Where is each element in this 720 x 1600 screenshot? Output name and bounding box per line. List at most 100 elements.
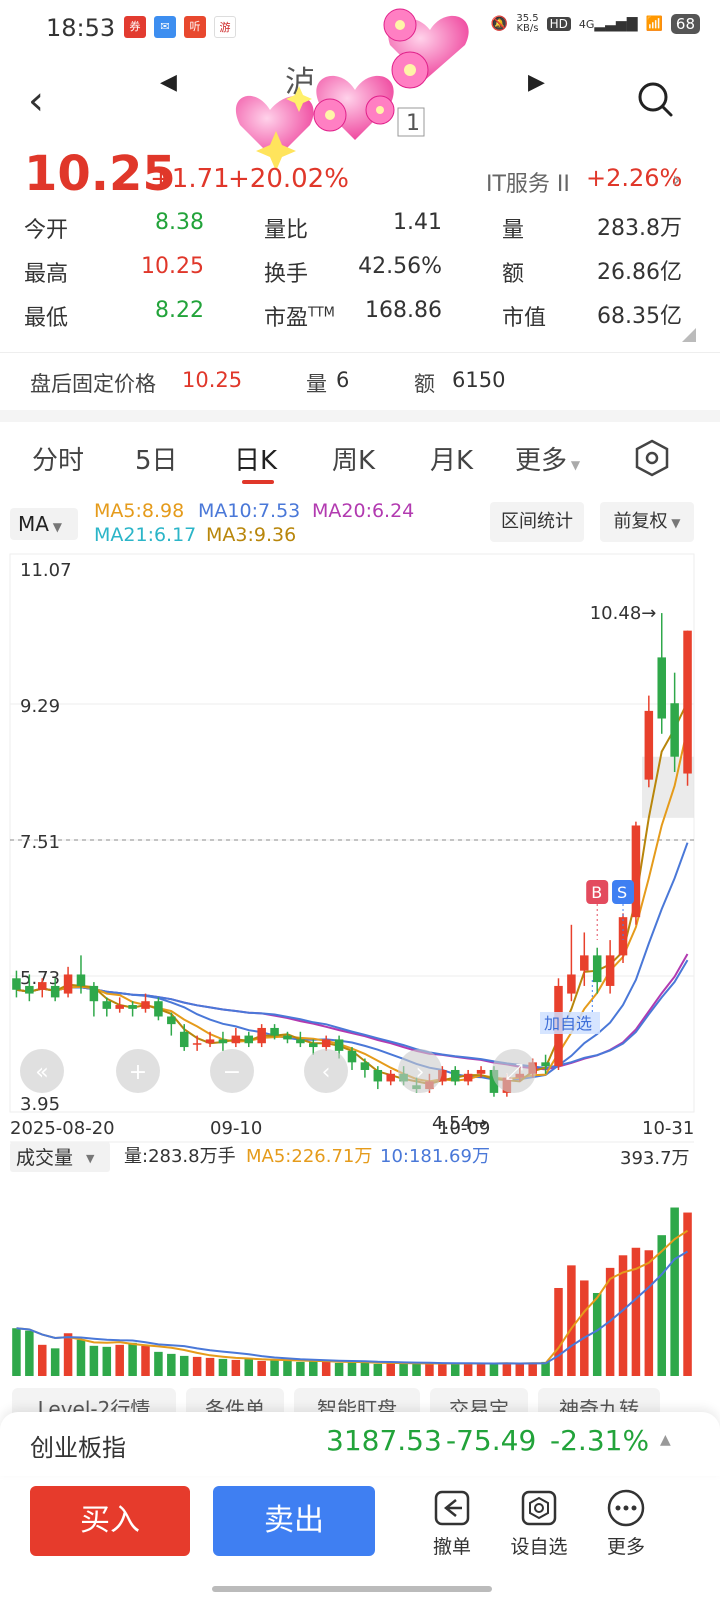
music-notification-icon: 听 bbox=[184, 16, 206, 38]
tab-daily-k[interactable]: 日K bbox=[234, 440, 277, 477]
candle-down bbox=[89, 985, 99, 1002]
volume-bar bbox=[644, 1250, 654, 1376]
candle-up bbox=[63, 974, 73, 994]
volume-bar bbox=[167, 1353, 176, 1376]
volume-bar bbox=[412, 1362, 421, 1376]
volume-text: 量:283.8万手 bbox=[124, 1146, 236, 1167]
svg-text:1: 1 bbox=[406, 111, 420, 136]
volume-bar bbox=[179, 1355, 189, 1376]
volume-bar bbox=[528, 1362, 537, 1376]
volume-bar bbox=[567, 1265, 576, 1376]
candle-down bbox=[347, 1050, 357, 1063]
tab-weekly-k[interactable]: 周K bbox=[332, 440, 375, 477]
add-watchlist-icon[interactable] bbox=[519, 1488, 559, 1528]
high-annotation: 10.48→ bbox=[590, 603, 657, 624]
candle-down bbox=[450, 1069, 460, 1082]
after-hours-amt-label: 额 bbox=[414, 372, 435, 396]
search-icon[interactable] bbox=[636, 80, 674, 118]
adjust-selector[interactable]: 前复权 ▼ bbox=[600, 502, 694, 542]
price-change-pct: +20.02% bbox=[228, 164, 349, 194]
back-button[interactable]: ‹ bbox=[28, 78, 44, 124]
sticker-overlay-image: 泸 1 bbox=[235, 8, 469, 170]
volume-bar bbox=[154, 1351, 163, 1376]
turnover-label: 换手 bbox=[264, 262, 309, 287]
chevron-down-icon: ▼ bbox=[86, 1152, 95, 1165]
candle-up bbox=[192, 1043, 202, 1045]
sell-button[interactable]: 卖出 bbox=[213, 1486, 375, 1556]
candle-down bbox=[296, 1039, 305, 1044]
candle-up bbox=[644, 710, 654, 780]
candle-up bbox=[386, 1073, 395, 1082]
volume-bar bbox=[360, 1362, 370, 1376]
add-watchlist-label[interactable]: 设自选 bbox=[499, 1532, 579, 1559]
scroll-left-icon-glyph: ‹ bbox=[322, 1060, 331, 1085]
more-icon[interactable] bbox=[606, 1488, 646, 1528]
ma-selector[interactable]: MA ▼ bbox=[10, 508, 78, 540]
volume-bar bbox=[231, 1359, 241, 1376]
buy-button[interactable]: 买入 bbox=[30, 1486, 190, 1556]
volume-bar bbox=[554, 1287, 563, 1376]
candle-up bbox=[631, 825, 641, 918]
tab-intraday[interactable]: 分时 bbox=[32, 440, 84, 477]
zoom-out-icon-glyph: − bbox=[223, 1060, 241, 1085]
candle-down bbox=[309, 1043, 318, 1048]
volume-bar bbox=[141, 1345, 150, 1376]
add-watch-tag-label: 加自选 bbox=[544, 1014, 592, 1033]
volume-bar bbox=[670, 1207, 679, 1376]
high-label: 最高 bbox=[24, 262, 69, 287]
candle-up bbox=[580, 955, 589, 971]
volume-bar bbox=[373, 1363, 383, 1376]
volume-bar bbox=[25, 1330, 34, 1376]
next-stock-button[interactable]: ▶ bbox=[528, 70, 545, 95]
expand-corner-icon[interactable] bbox=[682, 328, 696, 342]
tab-more[interactable]: 更多 ▼ bbox=[515, 440, 580, 477]
cancel-order-label[interactable]: 撤单 bbox=[412, 1532, 492, 1559]
system-indicators: 🔕 35.5 KB/s HD 4G▂▃▅▇ 📶 68 bbox=[491, 14, 700, 34]
volume-bar bbox=[476, 1362, 486, 1376]
volume-bar bbox=[283, 1360, 292, 1376]
candlestick-chart[interactable]: 11.079.297.515.733.9510.48→4.54→B S加自选« + −… bbox=[0, 550, 720, 1385]
candle-down bbox=[283, 1035, 292, 1040]
section-divider bbox=[0, 410, 720, 422]
volume-bar bbox=[192, 1356, 202, 1376]
signal-icon: 4G▂▃▅▇ bbox=[578, 16, 638, 32]
sector-name[interactable]: IT服务 II bbox=[486, 166, 570, 198]
volume-ma5-text: MA5:226.71万 bbox=[246, 1146, 372, 1167]
after-hours-vol: 6 bbox=[336, 368, 350, 392]
candle-down bbox=[167, 1016, 176, 1025]
app-notification-icon: 券 bbox=[124, 16, 146, 38]
chevron-right-icon[interactable]: › bbox=[672, 168, 681, 193]
candle-down bbox=[179, 1031, 189, 1048]
volume-bar bbox=[38, 1344, 47, 1376]
volume-bar bbox=[309, 1360, 318, 1376]
candle-down bbox=[218, 1039, 228, 1044]
candle-up bbox=[205, 1039, 215, 1044]
range-stats-button[interactable]: 区间统计 bbox=[490, 502, 584, 542]
candle-up bbox=[321, 1039, 331, 1048]
chevron-up-icon[interactable]: ▲ bbox=[660, 1432, 671, 1448]
more-label[interactable]: 更多 bbox=[586, 1532, 666, 1559]
prev-stock-button[interactable]: ◀ bbox=[160, 70, 177, 95]
volume-bar bbox=[425, 1363, 434, 1376]
volume-value: 283.8万 bbox=[597, 216, 682, 241]
volume-bar bbox=[450, 1362, 460, 1376]
candle-down bbox=[657, 657, 666, 719]
candle-down bbox=[154, 1001, 163, 1017]
tab-monthly-k[interactable]: 月K bbox=[430, 440, 473, 477]
candle-up bbox=[605, 955, 615, 986]
volume-bar bbox=[347, 1361, 357, 1376]
candle-down bbox=[244, 1035, 254, 1044]
mute-icon: 🔕 bbox=[490, 16, 509, 32]
volume-bar bbox=[515, 1363, 525, 1376]
tab-5day[interactable]: 5日 bbox=[135, 440, 178, 477]
home-indicator bbox=[212, 1586, 492, 1592]
index-pct: -2.31% bbox=[550, 1424, 650, 1457]
settings-hex-icon[interactable] bbox=[634, 438, 670, 478]
candle-up bbox=[683, 630, 692, 774]
sector-change-pct[interactable]: +2.26% bbox=[586, 164, 682, 192]
wifi-icon: 📶 bbox=[645, 16, 663, 32]
volume-ratio-label: 量比 bbox=[264, 218, 309, 243]
volume-bar bbox=[50, 1348, 60, 1376]
cancel-order-icon[interactable] bbox=[432, 1488, 472, 1528]
volume-label: 量 bbox=[502, 218, 525, 243]
